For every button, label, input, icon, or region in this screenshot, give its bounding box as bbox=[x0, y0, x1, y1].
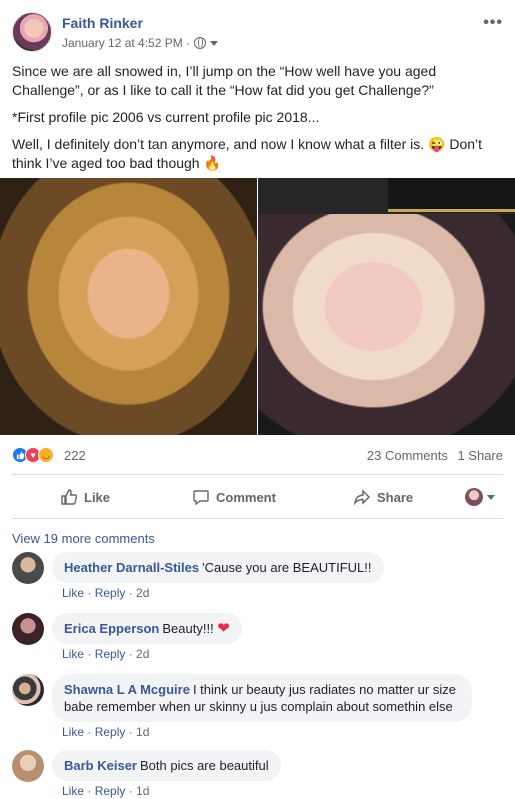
comment-reply-link[interactable]: Reply bbox=[95, 725, 126, 739]
comment-text: Both pics are beautiful bbox=[139, 758, 269, 773]
globe-icon bbox=[194, 37, 207, 49]
post-paragraph: *First profile pic 2006 vs current profi… bbox=[12, 109, 320, 125]
comment-bubble: Erica Epperson Beauty!!! ❤ bbox=[52, 613, 242, 644]
post-paragraph: Well, I definitely don’t tan anymore, an… bbox=[12, 136, 483, 171]
commenter-avatar[interactable] bbox=[12, 613, 44, 645]
commenter-name[interactable]: Heather Darnall-Stiles bbox=[64, 560, 199, 575]
comment-age[interactable]: 2d bbox=[136, 586, 149, 600]
comment-button[interactable]: Comment bbox=[192, 481, 276, 513]
comment-icon bbox=[193, 490, 209, 506]
heart-emoji: ❤ bbox=[217, 620, 230, 637]
like-icon bbox=[61, 489, 78, 505]
commenter-avatar[interactable] bbox=[12, 552, 44, 584]
share-button[interactable]: Share bbox=[353, 481, 413, 513]
post-header: Faith Rinker January 12 at 4:52 PM · ••• bbox=[12, 12, 503, 54]
like-label: Like bbox=[84, 489, 111, 505]
comment-bubble: Barb Keiser Both pics are beautiful bbox=[52, 750, 281, 781]
reaction-count[interactable]: 222 bbox=[64, 448, 86, 463]
photo-grid bbox=[0, 178, 515, 435]
haha-reaction-icon: ◡ bbox=[38, 447, 54, 463]
action-bar: Like Comment Share bbox=[12, 481, 503, 513]
comment-text: Beauty!!! bbox=[162, 621, 214, 636]
comment-meta: Like · Reply · 1d bbox=[62, 784, 150, 798]
post-paragraph: Since we are all snowed in, I’ll jump on… bbox=[12, 63, 437, 98]
comment-reply-link[interactable]: Reply bbox=[95, 784, 126, 798]
comment-meta: Like · Reply · 2d bbox=[62, 647, 150, 661]
comment-count[interactable]: 23 Comments bbox=[367, 448, 448, 463]
comment-reply-link[interactable]: Reply bbox=[95, 647, 126, 661]
comment-meta: Like · Reply · 1d bbox=[62, 725, 150, 739]
share-label: Share bbox=[377, 489, 414, 505]
user-avatar bbox=[465, 488, 483, 506]
commenter-avatar[interactable] bbox=[12, 750, 44, 782]
comment-like-link[interactable]: Like bbox=[62, 784, 84, 798]
comments-section: View 19 more comments Heather Darnall-St… bbox=[0, 520, 515, 799]
comment-bubble: Shawna L A Mcguire I think ur beauty jus … bbox=[52, 674, 472, 722]
photo-2006[interactable] bbox=[0, 178, 257, 435]
photo-2018[interactable] bbox=[258, 178, 515, 435]
comment-age[interactable]: 1d bbox=[136, 725, 149, 739]
caret-down-icon[interactable] bbox=[210, 40, 219, 46]
reaction-as-selector[interactable] bbox=[465, 481, 495, 513]
engagement-counts: 23 Comments 1 Share bbox=[361, 448, 503, 463]
post-card: Faith Rinker January 12 at 4:52 PM · •••… bbox=[0, 0, 515, 799]
post-timestamp[interactable]: January 12 at 4:52 PM · bbox=[62, 36, 190, 50]
like-button[interactable]: Like bbox=[60, 481, 110, 513]
commenter-name[interactable]: Shawna L A Mcguire bbox=[64, 682, 190, 697]
divider bbox=[12, 474, 503, 475]
comment-reply-link[interactable]: Reply bbox=[95, 586, 126, 600]
comment-label: Comment bbox=[216, 489, 276, 505]
post-text: Since we are all snowed in, I’ll jump on… bbox=[12, 62, 503, 181]
more-options-icon[interactable]: ••• bbox=[483, 14, 503, 32]
comment-like-link[interactable]: Like bbox=[62, 725, 84, 739]
post-meta: January 12 at 4:52 PM · bbox=[62, 36, 219, 50]
commenter-name[interactable]: Barb Keiser bbox=[64, 758, 137, 773]
view-more-comments-link[interactable]: View 19 more comments bbox=[12, 531, 155, 546]
caret-down-icon bbox=[487, 494, 495, 500]
reaction-icons[interactable]: ♥ ◡ bbox=[12, 447, 54, 463]
comment-text: 'Cause you are BEAUTIFUL!! bbox=[202, 560, 372, 575]
comment-like-link[interactable]: Like bbox=[62, 647, 84, 661]
author-avatar[interactable] bbox=[12, 12, 52, 52]
comment-age[interactable]: 1d bbox=[136, 784, 149, 798]
reactions-summary: ♥ ◡ 222 23 Comments 1 Share bbox=[12, 445, 503, 467]
commenter-avatar[interactable] bbox=[12, 674, 44, 706]
comment-bubble: Heather Darnall-Stiles 'Cause you are BEA… bbox=[52, 552, 384, 583]
share-count[interactable]: 1 Share bbox=[457, 448, 503, 463]
share-icon bbox=[354, 489, 370, 506]
commenter-name[interactable]: Erica Epperson bbox=[64, 621, 159, 636]
hat-shape bbox=[388, 178, 515, 212]
comment-age[interactable]: 2d bbox=[136, 647, 149, 661]
comment-meta: Like · Reply · 2d bbox=[62, 586, 150, 600]
comment-like-link[interactable]: Like bbox=[62, 586, 84, 600]
author-name[interactable]: Faith Rinker bbox=[62, 15, 143, 31]
divider bbox=[12, 518, 503, 519]
